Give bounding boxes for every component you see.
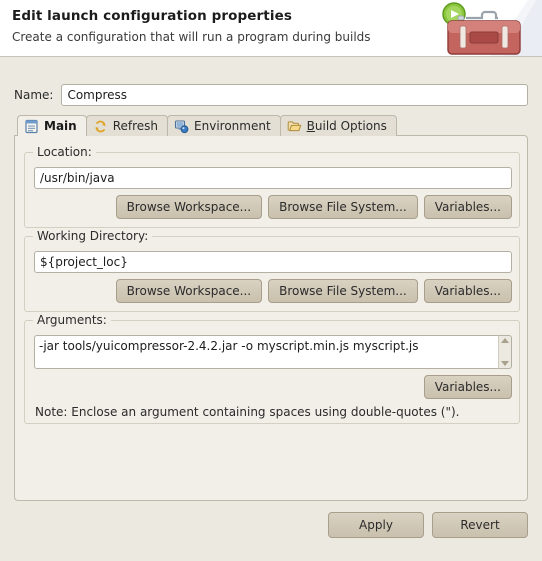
arguments-variables-button[interactable]: Variables... — [423, 375, 512, 399]
location-buttons: Browse Workspace... Browse File System..… — [34, 195, 512, 219]
tab-refresh-label: Refresh — [112, 119, 159, 133]
toolbox-run-icon — [442, 0, 542, 56]
name-input[interactable] — [61, 84, 528, 106]
arguments-field-wrap — [34, 335, 512, 369]
workdir-browse-filesystem-button[interactable]: Browse File System... — [268, 279, 418, 303]
name-label: Name: — [14, 88, 54, 102]
tab-environment[interactable]: Environment — [167, 115, 281, 136]
tab-build-options-label: Build Options — [306, 119, 387, 133]
monitor-icon — [174, 119, 189, 134]
working-directory-group: Working Directory: Browse Workspace... B… — [24, 229, 520, 312]
revert-button[interactable]: Revert — [432, 512, 528, 538]
tab-build-options[interactable]: Build Options — [279, 115, 397, 136]
refresh-icon — [93, 119, 108, 134]
page-subtitle: Create a configuration that will run a p… — [12, 30, 371, 44]
location-input[interactable] — [34, 167, 512, 189]
location-variables-button[interactable]: Variables... — [423, 195, 512, 219]
tab-main[interactable]: Main — [17, 115, 87, 136]
arguments-buttons: Variables... — [34, 375, 512, 399]
workdir-browse-workspace-button[interactable]: Browse Workspace... — [115, 279, 263, 303]
location-group: Location: Browse Workspace... Browse Fil… — [24, 145, 520, 228]
arguments-group: Arguments: Variables... Note: Enclose an… — [24, 313, 520, 424]
tab-main-label: Main — [44, 119, 77, 133]
apply-revert-row: Apply Revert — [328, 512, 528, 538]
arguments-textarea[interactable] — [34, 335, 498, 369]
workdir-variables-button[interactable]: Variables... — [423, 279, 512, 303]
dialog-body: Name: Main — [0, 57, 542, 561]
working-directory-buttons: Browse Workspace... Browse File System..… — [34, 279, 512, 303]
tab-build-options-mnemonic: B — [306, 119, 315, 133]
name-row: Name: — [14, 84, 528, 106]
location-browse-workspace-button[interactable]: Browse Workspace... — [115, 195, 263, 219]
page-title: Edit launch configuration properties — [12, 8, 292, 24]
tab-panel-main: Location: Browse Workspace... Browse Fil… — [14, 135, 528, 501]
tab-strip: Main Refresh Environment Build Options — [14, 115, 528, 136]
location-label: Location: — [33, 145, 96, 159]
location-browse-filesystem-button[interactable]: Browse File System... — [268, 195, 418, 219]
arguments-label: Arguments: — [33, 313, 111, 327]
arguments-note: Note: Enclose an argument containing spa… — [35, 405, 460, 419]
tab-refresh[interactable]: Refresh — [85, 115, 169, 136]
working-directory-input[interactable] — [34, 251, 512, 273]
tab-environment-label: Environment — [194, 119, 271, 133]
document-icon — [24, 119, 39, 134]
dialog-header: Edit launch configuration properties Cre… — [0, 0, 542, 57]
folder-icon — [287, 119, 302, 134]
working-directory-label: Working Directory: — [33, 229, 153, 243]
apply-button[interactable]: Apply — [328, 512, 424, 538]
scroll-down-icon[interactable] — [501, 361, 509, 366]
scroll-up-icon[interactable] — [501, 338, 509, 343]
arguments-scrollbar[interactable] — [498, 335, 512, 369]
tab-folder: Main Refresh Environment Build Options L… — [14, 115, 528, 501]
